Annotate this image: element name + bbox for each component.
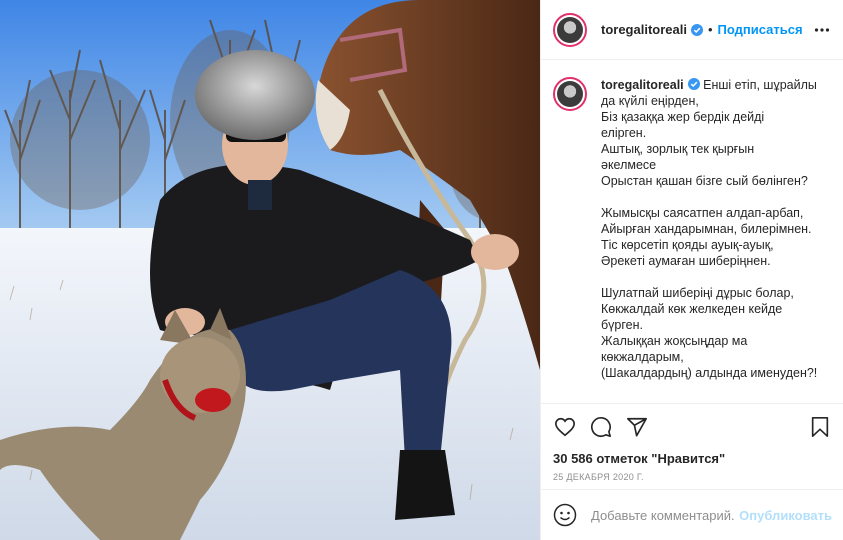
caption-line (601, 189, 831, 205)
caption-line: Жалыққан жоқсыңдар ма (601, 334, 748, 348)
comment-input[interactable] (591, 507, 736, 523)
post-photo-illustration (0, 0, 540, 540)
post-date[interactable]: 25 декабря 2020 г. (553, 472, 832, 482)
caption-line: Айырған хандарымнан, билерімнен. (601, 222, 812, 236)
save-button[interactable] (808, 415, 832, 439)
bookmark-icon (811, 417, 829, 437)
comment-bubble-icon (590, 417, 611, 438)
smiley-icon[interactable] (553, 503, 577, 527)
caption-line: әкелмесе (601, 158, 657, 172)
caption-line: да күйлі еңірден, (601, 94, 699, 108)
caption-line: Аштық, зорлық тек қырғын (601, 142, 755, 156)
caption-line: Әрекеті аумаған шиберіңнен. (601, 254, 771, 268)
publish-button[interactable]: Опубликовать (739, 508, 832, 523)
caption-line: (Шакалдардың) алдында именуден?! (601, 366, 818, 380)
post-sidebar: toregalitoreali • Подписаться toregalito… (540, 0, 843, 540)
follow-button[interactable]: Подписаться (718, 22, 803, 37)
heart-icon (555, 417, 575, 437)
paper-plane-icon (627, 417, 647, 437)
comment-form: Опубликовать (541, 489, 843, 540)
caption-comment: toregalitoreali Енші етіп, шұрайлы да кү… (553, 77, 843, 381)
caption-section: toregalitoreali Енші етіп, шұрайлы да кү… (541, 60, 843, 403)
caption-line: Шулатпай шиберіңі дұрыс болар, (601, 286, 794, 300)
caption-line: Орыстан қашан бізге сый бөлінген? (601, 174, 808, 188)
likes-count[interactable]: 30 586 отметок "Нравится" (553, 450, 832, 468)
avatar[interactable] (553, 12, 587, 47)
caption-line (601, 269, 831, 285)
separator-dot: • (707, 22, 713, 37)
caption-line: Тіс көрсетіп қояды ауық-ауық, (601, 238, 774, 252)
username-link[interactable]: toregalitoreali (601, 22, 687, 37)
caption-line: Жымысқы саясатпен алдап-арбап, (601, 206, 804, 220)
caption-line: елірген. (601, 126, 647, 140)
caption-line: бүрген. (601, 318, 643, 332)
caption-line: Біз қазаққа жер бердік дейді (601, 110, 765, 124)
share-button[interactable] (625, 415, 649, 439)
action-icons (553, 404, 832, 450)
caption-line: Енші етіп, шұрайлы (703, 78, 817, 92)
more-options-icon[interactable] (814, 22, 830, 38)
caption-line: Көкжалдай көк желкеден кейде (601, 302, 783, 316)
post-actions: 30 586 отметок "Нравится" 25 декабря 202… (541, 403, 843, 482)
comment-button[interactable] (589, 415, 613, 439)
post-photo[interactable] (0, 0, 540, 540)
verified-badge-icon (690, 23, 703, 36)
post-header: toregalitoreali • Подписаться (541, 0, 843, 60)
caption-line: көкжалдарым, (601, 350, 684, 364)
caption-username[interactable]: toregalitoreali (601, 78, 684, 92)
caption-avatar[interactable] (553, 77, 587, 111)
verified-badge-icon (687, 78, 700, 90)
like-button[interactable] (553, 415, 577, 439)
caption-text: toregalitoreali Енші етіп, шұрайлы да кү… (601, 77, 831, 381)
